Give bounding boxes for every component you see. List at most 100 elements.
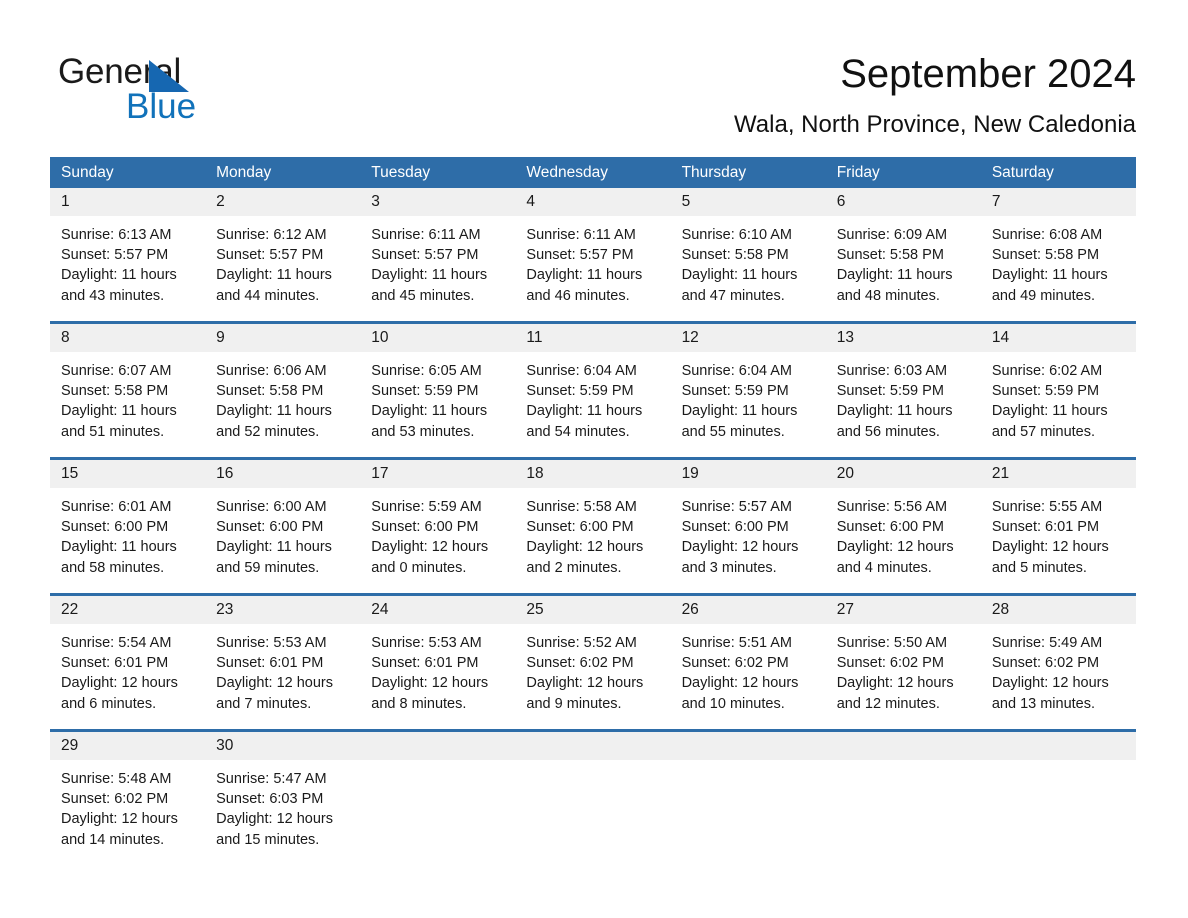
- day-details: Sunrise: 6:05 AM Sunset: 5:59 PM Dayligh…: [360, 352, 515, 457]
- sunrise-text: Sunrise: 5:49 AM: [991, 635, 1103, 651]
- week-row: 1 Sunrise: 6:13 AM Sunset: 5:57 PM Dayli…: [50, 188, 1136, 321]
- day-details: Sunrise: 6:01 AM Sunset: 6:00 PM Dayligh…: [50, 488, 205, 593]
- day-number: 4: [515, 188, 671, 216]
- daylight-text-line2: and 0 minutes.: [371, 559, 467, 576]
- day-cell[interactable]: 5 Sunrise: 6:10 AM Sunset: 5:58 PM Dayli…: [670, 188, 826, 321]
- day-cell[interactable]: 11 Sunrise: 6:04 AM Sunset: 5:59 PM Dayl…: [515, 324, 671, 457]
- day-cell[interactable]: 24 Sunrise: 5:53 AM Sunset: 6:01 PM Dayl…: [360, 596, 516, 729]
- sunset-text: Sunset: 5:58 PM: [836, 247, 944, 264]
- day-cell[interactable]: 16 Sunrise: 6:00 AM Sunset: 6:00 PM Dayl…: [205, 460, 361, 593]
- day-cell[interactable]: 20 Sunrise: 5:56 AM Sunset: 6:00 PM Dayl…: [825, 460, 981, 593]
- sunrise-text: Sunrise: 6:13 AM: [61, 227, 172, 243]
- sunrise-text: Sunrise: 6:00 AM: [216, 499, 327, 515]
- daylight-text-line1: Daylight: 11 hours: [371, 267, 488, 284]
- daylight-text-line1: Daylight: 12 hours: [681, 675, 799, 692]
- day-details: Sunrise: 6:04 AM Sunset: 5:59 PM Dayligh…: [515, 352, 670, 457]
- day-number: [670, 732, 826, 760]
- day-cell[interactable]: 26 Sunrise: 5:51 AM Sunset: 6:02 PM Dayl…: [670, 596, 826, 729]
- daylight-text-line2: and 8 minutes.: [371, 695, 467, 712]
- generalblue-logo[interactable]: General Blue: [58, 52, 318, 128]
- day-details: [515, 760, 670, 865]
- sunrise-text: Sunrise: 5:51 AM: [681, 635, 792, 651]
- day-number: 5: [670, 188, 826, 216]
- day-cell[interactable]: 19 Sunrise: 5:57 AM Sunset: 6:00 PM Dayl…: [670, 460, 826, 593]
- sunrise-text: Sunrise: 6:11 AM: [526, 227, 636, 243]
- day-cell[interactable]: 23 Sunrise: 5:53 AM Sunset: 6:01 PM Dayl…: [205, 596, 361, 729]
- daylight-text-line2: and 58 minutes.: [61, 559, 165, 576]
- day-number: 23: [205, 596, 361, 624]
- day-number: 17: [360, 460, 516, 488]
- day-number: [980, 732, 1136, 760]
- day-details: [671, 760, 826, 865]
- daylight-text-line2: and 12 minutes.: [836, 695, 940, 712]
- sunset-text: Sunset: 6:01 PM: [991, 519, 1100, 536]
- daylight-text-line2: and 14 minutes.: [61, 831, 165, 848]
- day-cell[interactable]: 7 Sunrise: 6:08 AM Sunset: 5:58 PM Dayli…: [980, 188, 1136, 321]
- day-details: [826, 760, 981, 865]
- daylight-text-line1: Daylight: 12 hours: [836, 539, 954, 556]
- week-row: 15 Sunrise: 6:01 AM Sunset: 6:00 PM Dayl…: [50, 457, 1136, 593]
- daylight-text-line2: and 7 minutes.: [216, 695, 312, 712]
- day-cell[interactable]: 15 Sunrise: 6:01 AM Sunset: 6:00 PM Dayl…: [50, 460, 206, 593]
- sunset-text: Sunset: 6:02 PM: [526, 655, 634, 672]
- day-cell[interactable]: 6 Sunrise: 6:09 AM Sunset: 5:58 PM Dayli…: [825, 188, 981, 321]
- day-details: Sunrise: 5:56 AM Sunset: 6:00 PM Dayligh…: [826, 488, 981, 593]
- day-number: 19: [670, 460, 826, 488]
- daylight-text-line2: and 52 minutes.: [216, 423, 320, 440]
- daylight-text-line2: and 57 minutes.: [991, 423, 1096, 440]
- day-cell[interactable]: 13 Sunrise: 6:03 AM Sunset: 5:59 PM Dayl…: [825, 324, 981, 457]
- sunrise-text: Sunrise: 6:02 AM: [991, 363, 1103, 379]
- sunset-text: Sunset: 6:02 PM: [991, 655, 1100, 672]
- day-number: [360, 732, 516, 760]
- day-cell[interactable]: 25 Sunrise: 5:52 AM Sunset: 6:02 PM Dayl…: [515, 596, 671, 729]
- day-cell[interactable]: 14 Sunrise: 6:02 AM Sunset: 5:59 PM Dayl…: [980, 324, 1136, 457]
- day-cell[interactable]: 27 Sunrise: 5:50 AM Sunset: 6:02 PM Dayl…: [825, 596, 981, 729]
- day-cell[interactable]: 28 Sunrise: 5:49 AM Sunset: 6:02 PM Dayl…: [980, 596, 1136, 729]
- day-cell[interactable]: 12 Sunrise: 6:04 AM Sunset: 5:59 PM Dayl…: [670, 324, 826, 457]
- day-number: 27: [825, 596, 981, 624]
- daylight-text-line2: and 45 minutes.: [371, 287, 475, 304]
- day-details: Sunrise: 5:53 AM Sunset: 6:01 PM Dayligh…: [205, 624, 360, 729]
- day-cell[interactable]: 4 Sunrise: 6:11 AM Sunset: 5:57 PM Dayli…: [515, 188, 671, 321]
- day-cell[interactable]: 8 Sunrise: 6:07 AM Sunset: 5:58 PM Dayli…: [50, 324, 206, 457]
- day-details: [981, 760, 1136, 865]
- week-row: 22 Sunrise: 5:54 AM Sunset: 6:01 PM Dayl…: [50, 593, 1136, 729]
- day-cell[interactable]: 17 Sunrise: 5:59 AM Sunset: 6:00 PM Dayl…: [360, 460, 516, 593]
- sunrise-text: Sunrise: 6:01 AM: [61, 499, 172, 515]
- sunset-text: Sunset: 5:59 PM: [836, 383, 944, 400]
- daylight-text-line1: Daylight: 11 hours: [991, 403, 1108, 420]
- weekday-header-tuesday: Tuesday: [371, 164, 431, 181]
- day-details: Sunrise: 5:57 AM Sunset: 6:00 PM Dayligh…: [671, 488, 826, 593]
- calendar-page: General Blue September 2024 Wala, North …: [0, 0, 1188, 918]
- day-cell[interactable]: 3 Sunrise: 6:11 AM Sunset: 5:57 PM Dayli…: [360, 188, 516, 321]
- day-details: Sunrise: 6:00 AM Sunset: 6:00 PM Dayligh…: [205, 488, 360, 593]
- sunset-text: Sunset: 6:01 PM: [371, 655, 479, 672]
- daylight-text-line2: and 55 minutes.: [681, 423, 785, 440]
- sunset-text: Sunset: 6:03 PM: [216, 791, 324, 808]
- daylight-text-line2: and 5 minutes.: [991, 559, 1087, 576]
- sunset-text: Sunset: 6:00 PM: [216, 519, 324, 536]
- day-number: [515, 732, 671, 760]
- sunrise-text: Sunrise: 6:05 AM: [371, 363, 482, 379]
- day-cell[interactable]: 9 Sunrise: 6:06 AM Sunset: 5:58 PM Dayli…: [205, 324, 361, 457]
- day-cell[interactable]: 29 Sunrise: 5:48 AM Sunset: 6:02 PM Dayl…: [50, 732, 206, 865]
- day-number: 21: [980, 460, 1136, 488]
- day-cell[interactable]: 22 Sunrise: 5:54 AM Sunset: 6:01 PM Dayl…: [50, 596, 206, 729]
- day-cell[interactable]: 21 Sunrise: 5:55 AM Sunset: 6:01 PM Dayl…: [980, 460, 1136, 593]
- day-cell[interactable]: 30 Sunrise: 5:47 AM Sunset: 6:03 PM Dayl…: [205, 732, 361, 865]
- day-cell[interactable]: 10 Sunrise: 6:05 AM Sunset: 5:59 PM Dayl…: [360, 324, 516, 457]
- day-cell[interactable]: 1 Sunrise: 6:13 AM Sunset: 5:57 PM Dayli…: [50, 188, 206, 321]
- day-number: 25: [515, 596, 671, 624]
- sunrise-text: Sunrise: 5:55 AM: [991, 499, 1103, 515]
- page-header: General Blue September 2024 Wala, North …: [0, 0, 1188, 150]
- day-cell[interactable]: 2 Sunrise: 6:12 AM Sunset: 5:57 PM Dayli…: [205, 188, 361, 321]
- day-number: 3: [360, 188, 516, 216]
- sunrise-text: Sunrise: 5:54 AM: [61, 635, 172, 651]
- daylight-text-line1: Daylight: 11 hours: [61, 539, 177, 556]
- sunset-text: Sunset: 6:00 PM: [836, 519, 944, 536]
- day-cell[interactable]: 18 Sunrise: 5:58 AM Sunset: 6:00 PM Dayl…: [515, 460, 671, 593]
- day-details: Sunrise: 5:49 AM Sunset: 6:02 PM Dayligh…: [981, 624, 1136, 729]
- weekday-header-friday: Friday: [836, 164, 880, 181]
- day-number: 15: [50, 460, 206, 488]
- sunrise-text: Sunrise: 6:11 AM: [371, 227, 481, 243]
